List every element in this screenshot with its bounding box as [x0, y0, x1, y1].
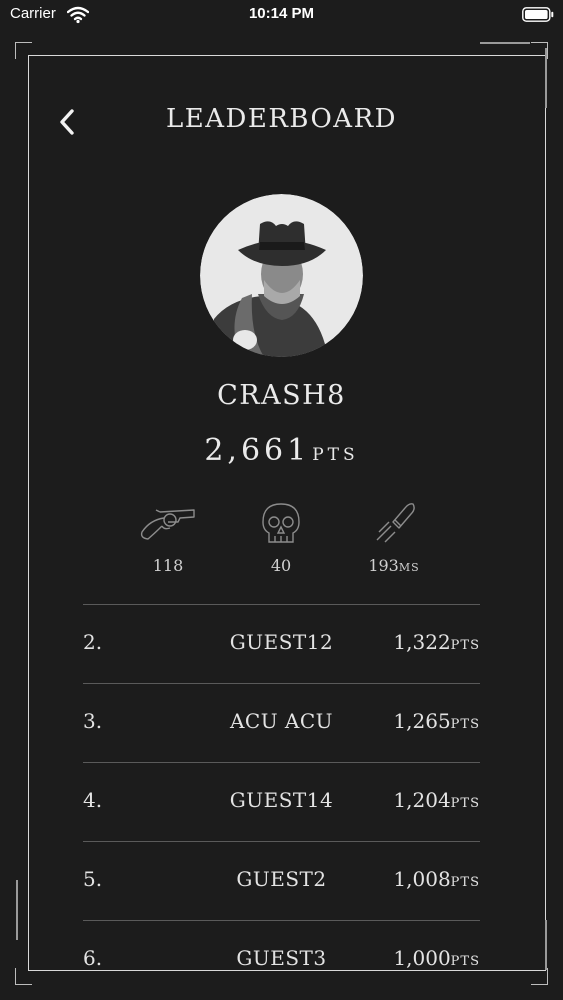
revolver-icon: [140, 509, 195, 540]
points-unit: PTS: [312, 445, 359, 465]
frame-tick: [545, 48, 547, 108]
divider: [83, 604, 480, 605]
row-points: 1,265PTS: [393, 709, 480, 733]
cowboy-avatar-icon: [200, 194, 363, 357]
divider: [83, 762, 480, 763]
leaderboard-row[interactable]: 2. GUEST12 1,322PTS: [83, 622, 480, 662]
leaderboard-row[interactable]: 3. ACU ACU 1,265PTS: [83, 701, 480, 741]
row-points: 1,008PTS: [393, 867, 480, 891]
frame-tick: [545, 920, 547, 970]
divider: [83, 920, 480, 921]
stat-value-number: 193: [368, 556, 399, 575]
frame-corner: [15, 42, 32, 59]
points-value: 2,661: [204, 433, 311, 468]
stat-skull-value: 40: [221, 556, 341, 575]
frame-corner: [15, 968, 32, 985]
frame-tick: [480, 42, 530, 44]
avatar[interactable]: [200, 194, 363, 357]
bullet-icon: [376, 503, 415, 543]
battery-icon: [522, 7, 554, 22]
stat-value-unit: MS: [398, 561, 420, 574]
divider: [83, 683, 480, 684]
row-points: 1,322PTS: [393, 630, 480, 654]
player-username: CRASH8: [217, 380, 346, 411]
stat-revolver-value: 118: [108, 556, 228, 575]
divider: [83, 841, 480, 842]
stat-value-number: 118: [152, 556, 184, 575]
leaderboard-row[interactable]: 6. GUEST3 1,000PTS: [83, 938, 480, 978]
stat-bullet-value: 193MS: [334, 556, 454, 575]
leaderboard-row[interactable]: 4. GUEST14 1,204PTS: [83, 780, 480, 820]
player-points: 2,661 PTS: [0, 433, 563, 468]
row-points: 1,204PTS: [393, 788, 480, 812]
skull-icon: [262, 503, 300, 543]
clock: 10:14 PM: [248, 5, 315, 22]
status-bar: Carrier 10:14 PM: [0, 0, 563, 30]
frame-tick: [16, 880, 18, 940]
row-points: 1,000PTS: [393, 946, 480, 970]
leaderboard-row[interactable]: 5. GUEST2 1,008PTS: [83, 859, 480, 899]
stat-value-number: 40: [270, 556, 292, 575]
frame-corner: [531, 968, 548, 985]
page-title: LEADERBOARD: [165, 104, 398, 134]
